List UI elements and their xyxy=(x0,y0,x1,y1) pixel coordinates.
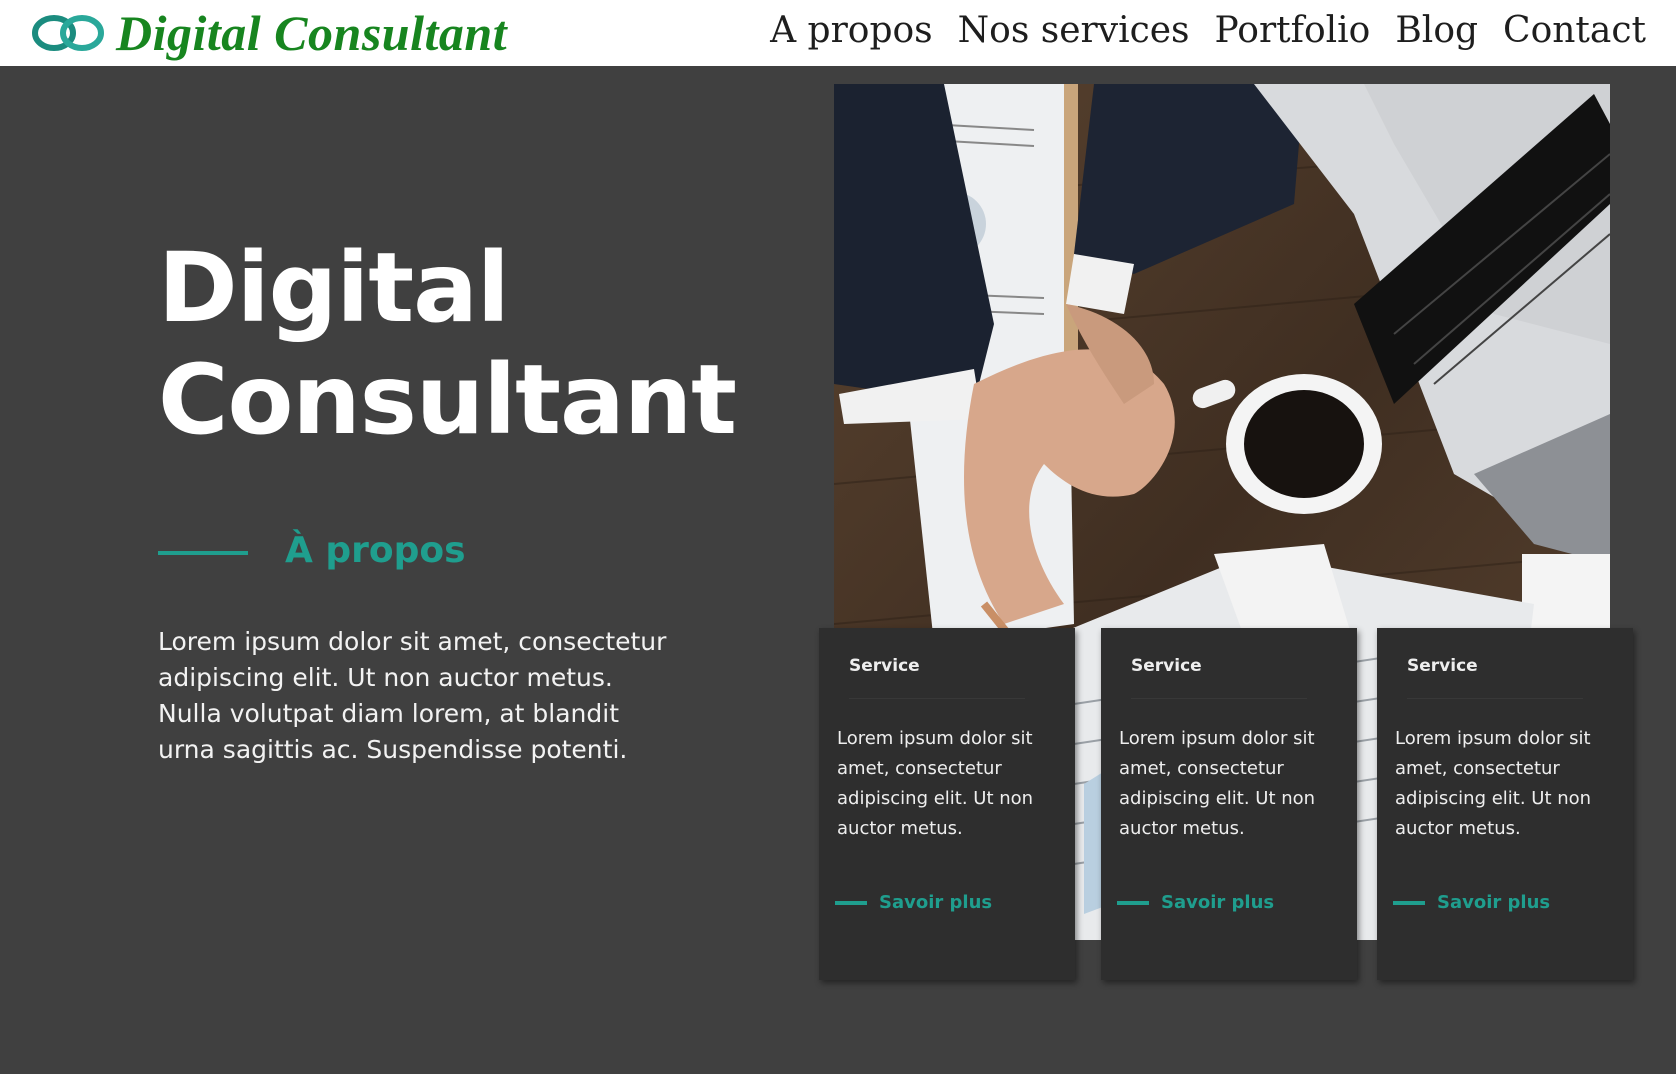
main-nav: A propos Nos services Portfolio Blog Con… xyxy=(770,10,1646,51)
card-divider xyxy=(849,698,1025,699)
about-accent-line xyxy=(158,551,248,555)
hero-title-line1: Digital xyxy=(158,232,510,344)
savoir-plus-link[interactable]: Savoir plus xyxy=(1393,892,1550,913)
about-heading: À propos xyxy=(285,530,466,571)
accent-dash xyxy=(1393,900,1425,905)
hero-title: Digital Consultant xyxy=(158,232,737,456)
service-card-title: Service xyxy=(1407,656,1478,676)
savoir-plus-label: Savoir plus xyxy=(1437,892,1551,913)
accent-dash xyxy=(835,900,867,905)
nav-item-portfolio[interactable]: Portfolio xyxy=(1215,10,1371,51)
savoir-plus-link[interactable]: Savoir plus xyxy=(1117,892,1274,913)
service-card: Service Lorem ipsum dolor sit amet, cons… xyxy=(819,628,1075,980)
service-card-title: Service xyxy=(1131,656,1202,676)
service-card: Service Lorem ipsum dolor sit amet, cons… xyxy=(1377,628,1633,980)
accent-dash xyxy=(1117,900,1149,905)
brand-name[interactable]: Digital Consultant xyxy=(116,4,507,62)
card-divider xyxy=(1407,698,1583,699)
nav-item-contact[interactable]: Contact xyxy=(1503,10,1646,51)
card-divider xyxy=(1131,698,1307,699)
service-card-body: Lorem ipsum dolor sit amet, consectetur … xyxy=(1119,728,1316,839)
savoir-plus-label: Savoir plus xyxy=(1161,892,1275,913)
service-card-title: Service xyxy=(849,656,920,676)
logo-icon[interactable] xyxy=(30,12,106,54)
site-header: Digital Consultant A propos Nos services… xyxy=(0,0,1676,66)
nav-item-nos-services[interactable]: Nos services xyxy=(958,10,1190,51)
savoir-plus-label: Savoir plus xyxy=(879,892,993,913)
nav-item-blog[interactable]: Blog xyxy=(1395,10,1478,51)
service-card-body: Lorem ipsum dolor sit amet, consectetur … xyxy=(837,728,1034,839)
savoir-plus-link[interactable]: Savoir plus xyxy=(835,892,992,913)
about-text: Lorem ipsum dolor sit amet, consectetur … xyxy=(158,627,667,764)
hero-title-line2: Consultant xyxy=(158,344,737,456)
service-card-body: Lorem ipsum dolor sit amet, consectetur … xyxy=(1395,728,1592,839)
service-card: Service Lorem ipsum dolor sit amet, cons… xyxy=(1101,628,1357,980)
nav-item-a-propos[interactable]: A propos xyxy=(770,10,933,51)
